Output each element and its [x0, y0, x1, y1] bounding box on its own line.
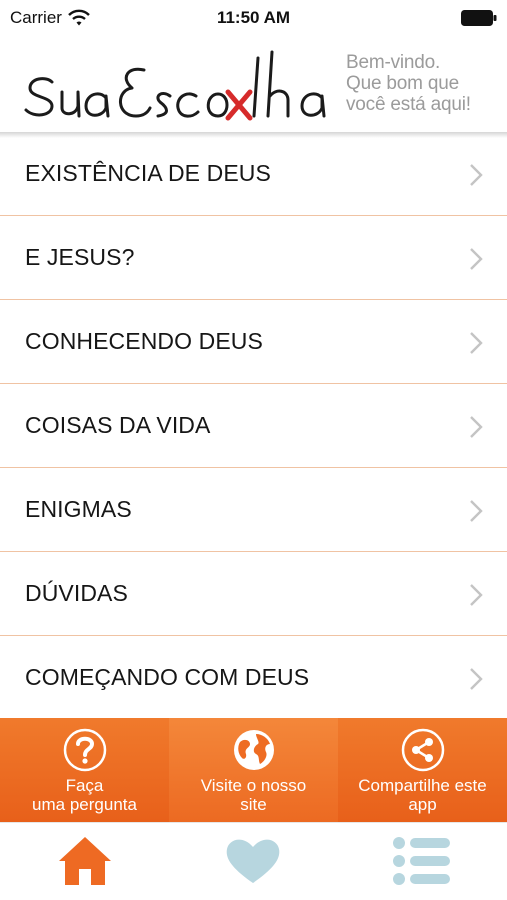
chevron-right-icon — [470, 500, 483, 522]
menu-item-existencia-de-deus[interactable]: EXISTÊNCIA DE DEUS — [0, 132, 507, 216]
status-time: 11:50 AM — [216, 8, 291, 27]
action-label-line: Compartilhe este — [358, 776, 487, 795]
action-bar: Faça uma pergunta Visite o nosso site Co… — [0, 718, 507, 822]
globe-icon — [233, 730, 274, 770]
share-app-button[interactable]: Compartilhe este app — [338, 718, 507, 822]
menu-item-duvidas[interactable]: DÚVIDAS — [0, 552, 507, 636]
home-icon[interactable] — [55, 833, 115, 889]
visit-site-button[interactable]: Visite o nosso site — [169, 718, 338, 822]
tab-bar — [0, 822, 507, 900]
menu-item-label: COMEÇANDO COM DEUS — [25, 664, 310, 690]
menu-item-label: CONHECENDO DEUS — [25, 328, 263, 354]
heart-icon[interactable] — [223, 833, 283, 889]
chevron-right-icon — [470, 332, 483, 354]
menu-item-label: ENIGMAS — [25, 496, 132, 522]
action-label-line: Visite o nosso — [200, 776, 307, 795]
chevron-right-icon — [470, 668, 483, 690]
action-label: Compartilhe este app — [338, 776, 507, 814]
status-bar: Carrier 11:50 AM — [0, 0, 507, 36]
welcome-line: Que bom que — [346, 73, 459, 94]
app-header: Bem-vindo. Que bom que você está aqui! — [0, 36, 507, 132]
topic-menu: EXISTÊNCIA DE DEUS E JESUS? CONHECENDO D… — [0, 132, 507, 720]
menu-item-comecando-com-deus[interactable]: COMEÇANDO COM DEUS — [0, 636, 507, 720]
welcome-message: Bem-vindo. Que bom que você está aqui! — [346, 52, 471, 115]
action-label-line: Faça — [65, 776, 104, 795]
menu-item-enigmas[interactable]: ENIGMAS — [0, 468, 507, 552]
chevron-right-icon — [470, 248, 483, 270]
action-label-line: app — [408, 795, 437, 814]
action-label-line: site — [240, 795, 267, 814]
question-icon — [63, 728, 106, 772]
menu-item-e-jesus[interactable]: E JESUS? — [0, 216, 507, 300]
menu-item-conhecendo-deus[interactable]: CONHECENDO DEUS — [0, 300, 507, 384]
chevron-right-icon — [470, 416, 483, 438]
menu-item-label: EXISTÊNCIA DE DEUS — [25, 160, 271, 186]
app-logo — [24, 50, 326, 121]
ask-question-button[interactable]: Faça uma pergunta — [0, 718, 169, 822]
battery-icon — [461, 10, 497, 26]
menu-item-label: COISAS DA VIDA — [25, 412, 211, 438]
share-icon — [401, 728, 444, 772]
chevron-right-icon — [470, 584, 483, 606]
menu-item-coisas-da-vida[interactable]: COISAS DA VIDA — [0, 384, 507, 468]
chevron-right-icon — [470, 164, 483, 186]
action-label: Visite o nosso site — [169, 776, 338, 814]
welcome-line: você está aqui! — [346, 94, 471, 115]
header-shadow — [0, 132, 507, 138]
action-label: Faça uma pergunta — [0, 776, 169, 814]
menu-item-label: E JESUS? — [25, 244, 135, 270]
action-label-line: uma pergunta — [32, 795, 137, 814]
list-icon[interactable] — [392, 833, 452, 889]
welcome-line: Bem-vindo. — [346, 52, 441, 73]
menu-item-label: DÚVIDAS — [25, 580, 128, 606]
